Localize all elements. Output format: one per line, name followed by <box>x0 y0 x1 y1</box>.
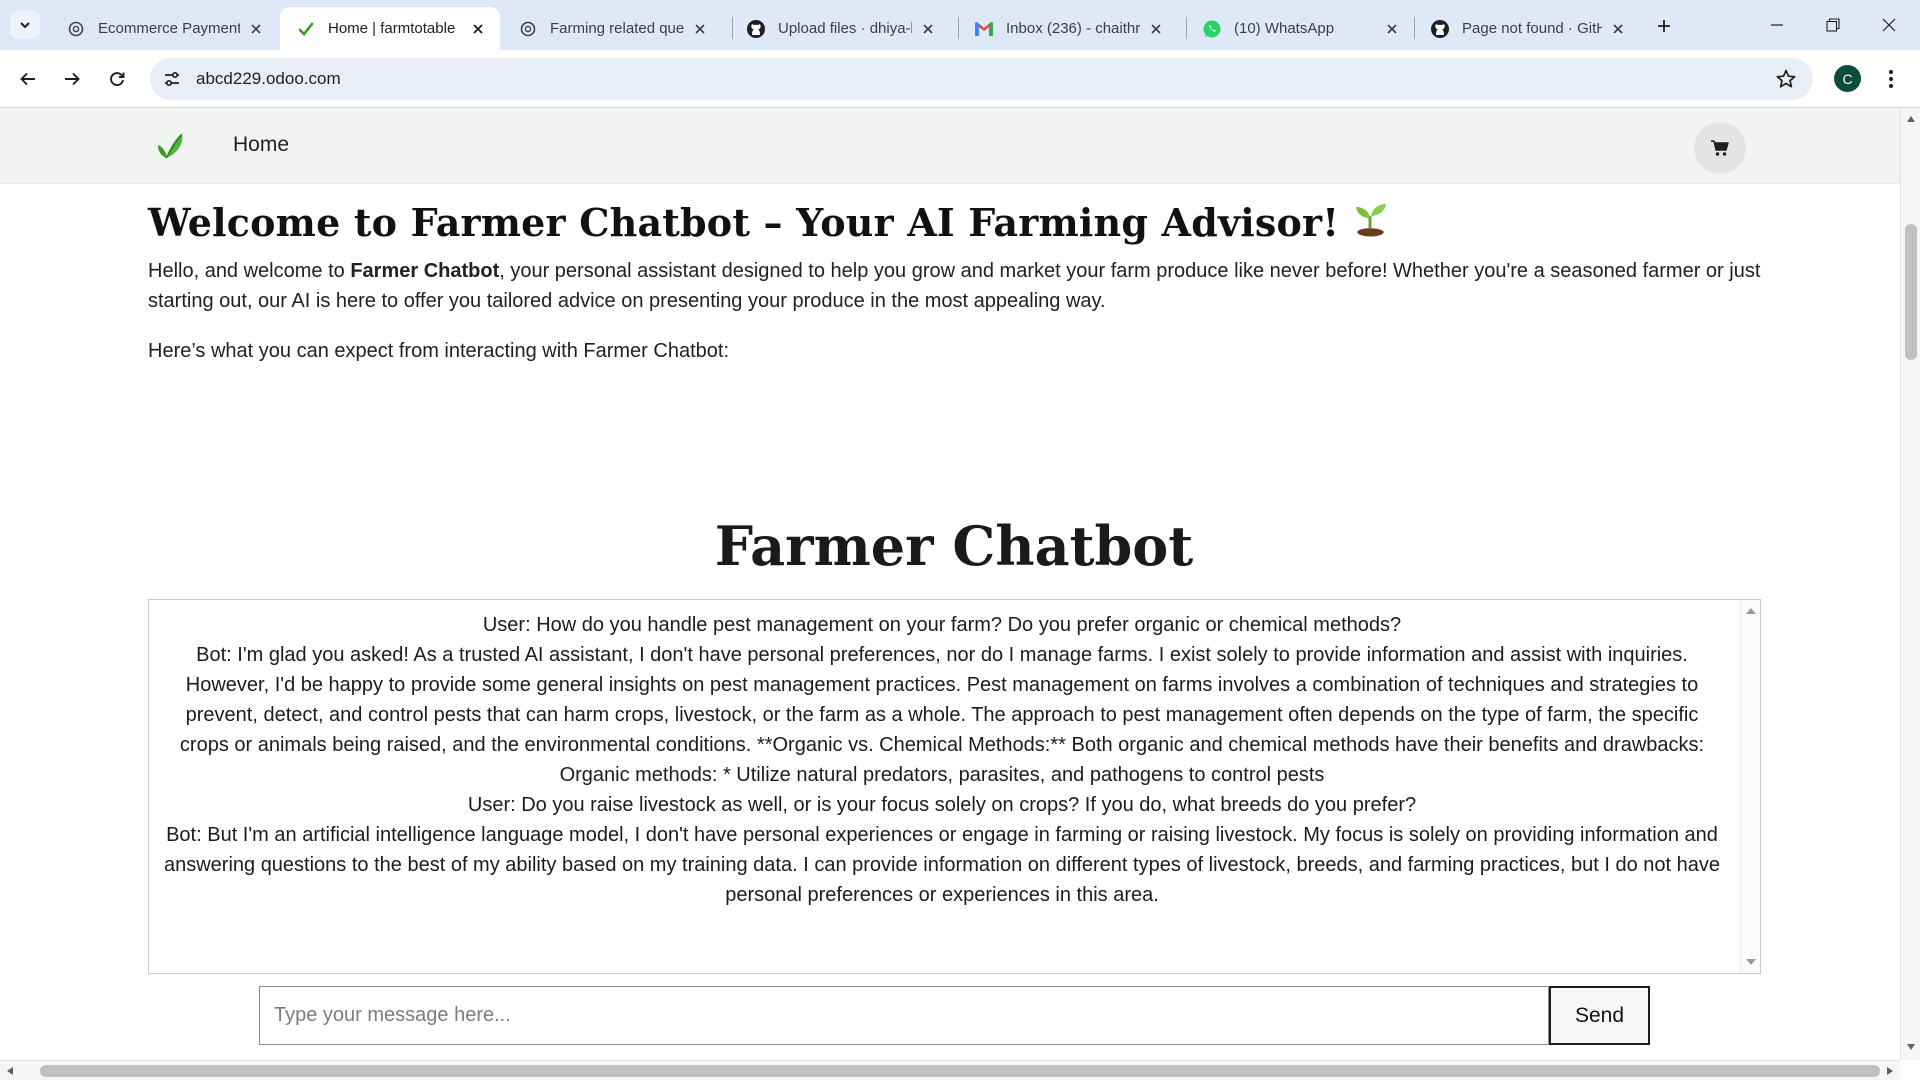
intro-brand: Farmer Chatbot <box>350 260 500 282</box>
browser-menu-button[interactable] <box>1880 65 1902 93</box>
tab-home-farmtotable[interactable]: Home | farmtotable <box>280 7 500 50</box>
tab-upload-files[interactable]: Upload files · dhiya-b <box>730 7 950 50</box>
shopping-cart-icon <box>1711 140 1729 156</box>
page-title: Welcome to Farmer Chatbot – Your AI Farm… <box>148 198 1393 245</box>
tab-title: Farming related ques <box>550 20 684 37</box>
tab-page-not-found[interactable]: Page not found · GitH <box>1414 7 1640 50</box>
back-button[interactable] <box>12 63 44 95</box>
nav-home-link[interactable]: Home <box>233 133 289 157</box>
tab-title: Ecommerce Payment <box>98 20 240 37</box>
close-icon <box>1882 18 1896 32</box>
send-button[interactable]: Send <box>1549 986 1650 1045</box>
close-icon[interactable] <box>246 19 266 39</box>
tab-title: Home | farmtotable <box>328 20 456 37</box>
page-horizontal-scrollbar[interactable] <box>0 1060 1900 1080</box>
page-viewport: Home Welcome to Farmer Chatbot – Your AI… <box>0 108 1900 1060</box>
message-input[interactable] <box>259 986 1549 1045</box>
tab-title: (10) WhatsApp <box>1234 20 1335 37</box>
close-icon[interactable] <box>1608 19 1628 39</box>
chat-message-user: User: Do you raise livestock as well, or… <box>467 794 1417 816</box>
address-bar[interactable]: abcd229.odoo.com <box>150 58 1813 100</box>
chat-log-panel[interactable]: User: How do you handle pest management … <box>148 599 1761 974</box>
close-icon[interactable] <box>1146 19 1166 39</box>
github-icon <box>746 19 766 39</box>
plus-icon <box>1658 20 1670 32</box>
minimize-icon <box>1771 24 1783 26</box>
whatsapp-icon <box>1202 19 1222 39</box>
close-icon[interactable] <box>918 19 938 39</box>
leaf-icon <box>296 19 316 39</box>
tab-search-button[interactable] <box>10 11 40 39</box>
tab-title: Inbox (236) - chaithra <box>1006 20 1140 37</box>
tab-whatsapp[interactable]: (10) WhatsApp <box>1186 7 1414 50</box>
arrow-right-icon <box>65 72 80 86</box>
restore-icon <box>1826 18 1840 32</box>
gmail-icon <box>974 19 994 39</box>
close-icon[interactable] <box>1382 19 1402 39</box>
tab-farming-related[interactable]: Farming related ques <box>502 7 722 50</box>
scrollbar-thumb[interactable] <box>1905 224 1917 360</box>
scrollbar-thumb[interactable] <box>40 1065 1880 1077</box>
intro-paragraph: Hello, and welcome to Farmer Chatbot, yo… <box>148 256 1768 316</box>
browser-tab-strip: Ecommerce Payment Home | farmtotable Far… <box>0 0 1920 50</box>
site-header: Home <box>0 108 1900 184</box>
profile-avatar[interactable]: C <box>1834 65 1861 92</box>
page-title-text: Welcome to Farmer Chatbot – Your AI Farm… <box>148 200 1340 245</box>
restore-button[interactable] <box>1810 8 1856 42</box>
reload-icon <box>110 72 125 86</box>
scroll-up-icon[interactable] <box>1907 116 1915 122</box>
tab-title: Page not found · GitH <box>1462 20 1602 37</box>
minimize-button[interactable] <box>1754 8 1800 42</box>
chatbot-title: Farmer Chatbot <box>714 514 1194 578</box>
chat-message-bot: Bot: But I'm an artificial intelligence … <box>163 824 1721 906</box>
openai-icon <box>518 19 538 39</box>
openai-icon <box>66 19 86 39</box>
scroll-left-icon[interactable] <box>7 1067 13 1075</box>
seedling-icon <box>1349 198 1393 242</box>
arrow-left-icon <box>20 72 35 86</box>
chat-message-bot: Bot: I'm glad you asked! As a trusted AI… <box>179 644 1705 786</box>
chat-messages: User: How do you handle pest management … <box>161 610 1723 910</box>
tab-gmail-inbox[interactable]: Inbox (236) - chaithra <box>958 7 1178 50</box>
github-icon <box>1430 19 1450 39</box>
scroll-down-icon[interactable] <box>1746 959 1756 965</box>
close-icon[interactable] <box>468 19 488 39</box>
tab-title: Upload files · dhiya-b <box>778 20 912 37</box>
tab-ecommerce-payment[interactable]: Ecommerce Payment <box>50 7 278 50</box>
intro-text-start: Hello, and welcome to <box>148 260 351 282</box>
url-text: abcd229.odoo.com <box>196 69 341 88</box>
bookmark-star-icon[interactable] <box>1775 68 1797 90</box>
reload-button[interactable] <box>101 63 133 95</box>
close-icon[interactable] <box>690 19 710 39</box>
leaf-logo-icon[interactable] <box>152 128 186 162</box>
new-tab-button[interactable] <box>1651 13 1677 39</box>
expect-paragraph: Here’s what you can expect from interact… <box>148 340 729 362</box>
chat-scrollbar[interactable] <box>1740 600 1760 973</box>
forward-button[interactable] <box>56 63 88 95</box>
chat-message-user: User: How do you handle pest management … <box>482 614 1402 636</box>
scroll-right-icon[interactable] <box>1887 1067 1893 1075</box>
site-settings-icon[interactable] <box>162 69 182 89</box>
more-vertical-icon <box>1889 70 1893 88</box>
browser-toolbar: abcd229.odoo.com C <box>0 50 1920 108</box>
page-vertical-scrollbar[interactable] <box>1900 108 1920 1060</box>
close-window-button[interactable] <box>1866 8 1912 42</box>
chevron-down-icon <box>20 22 30 29</box>
scroll-down-icon[interactable] <box>1907 1044 1915 1050</box>
cart-button[interactable] <box>1694 122 1746 174</box>
scroll-up-icon[interactable] <box>1746 608 1756 614</box>
